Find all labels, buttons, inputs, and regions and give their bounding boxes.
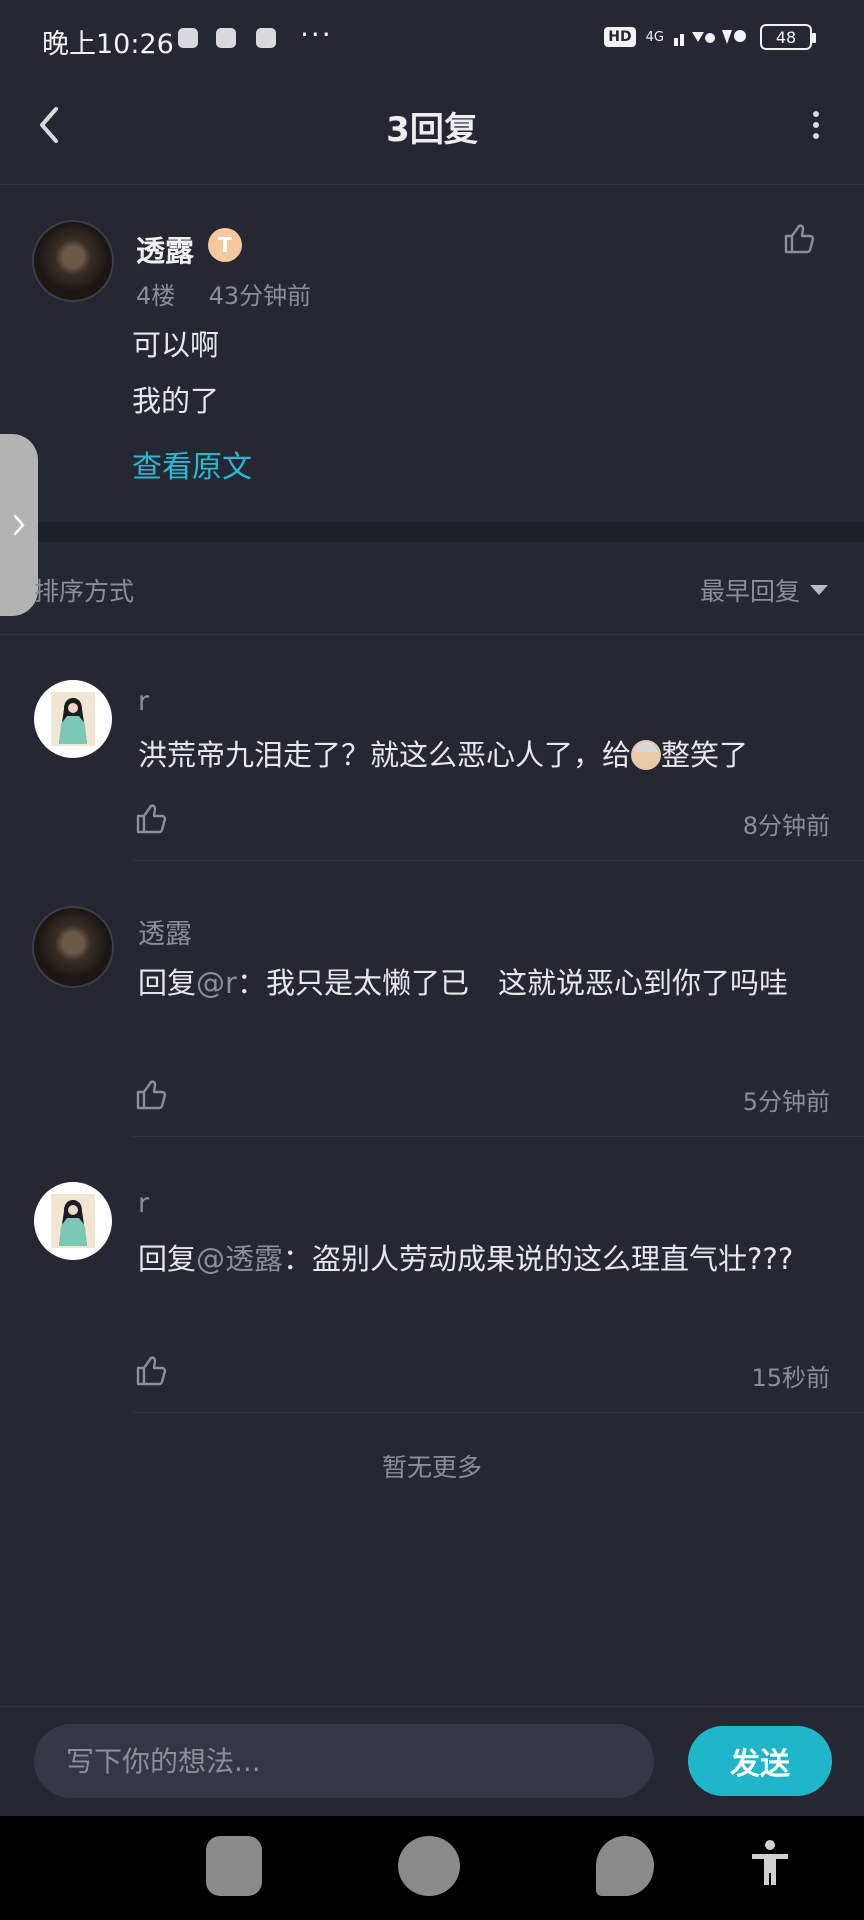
- section-separator: [0, 522, 864, 542]
- notification-icon: [216, 28, 236, 48]
- more-vertical-icon[interactable]: [804, 106, 828, 146]
- thumbs-up-icon: [136, 804, 167, 834]
- post-like-button[interactable]: [782, 222, 816, 260]
- battery-icon: 48: [760, 24, 816, 50]
- view-original-link[interactable]: 查看原文: [132, 442, 252, 486]
- post-line: 可以啊: [132, 328, 220, 362]
- menu-nav-icon[interactable]: [206, 1836, 262, 1896]
- comment-input[interactable]: [34, 1724, 654, 1798]
- side-drawer-handle[interactable]: [0, 434, 38, 616]
- reply-author[interactable]: r: [138, 686, 149, 717]
- post-author[interactable]: 透露: [136, 228, 194, 270]
- accessibility-icon[interactable]: [748, 1838, 792, 1892]
- sort-value: 最早回复: [699, 577, 800, 606]
- status-more: ···: [300, 18, 333, 51]
- thumbs-up-icon: [784, 224, 815, 254]
- sort-dropdown[interactable]: 最早回复: [700, 572, 828, 608]
- post-line: 我的了: [132, 384, 220, 418]
- reply-text: 回复@r：我只是太懒了已 这就说恶心到你了吗哇: [138, 966, 788, 1000]
- header-divider: [0, 184, 864, 185]
- post-time: 43分钟前: [208, 282, 312, 310]
- reply-author[interactable]: 透露: [138, 912, 192, 951]
- sort-label: 排序方式: [34, 577, 135, 606]
- reply-divider: [132, 860, 864, 861]
- reply-text: 回复@透露：盗别人劳动成果说的这么理直气壮???: [138, 1242, 794, 1276]
- reply-time: 5分钟前: [742, 1088, 830, 1116]
- mention-link[interactable]: @透露: [196, 1242, 283, 1276]
- reply-time: 8分钟前: [742, 812, 830, 840]
- old-man-emoji-icon: [631, 740, 662, 770]
- reply-like-button[interactable]: [134, 1354, 168, 1388]
- avatar-image: [51, 1194, 95, 1248]
- reply-divider: [132, 1136, 864, 1137]
- status-time: 晚上10:26: [42, 29, 174, 60]
- avatar[interactable]: [32, 220, 114, 302]
- back-nav-icon[interactable]: [596, 1836, 654, 1896]
- reply-time: 15秒前: [751, 1364, 830, 1392]
- avatar-image: [51, 692, 95, 746]
- reply-like-button[interactable]: [134, 1078, 168, 1112]
- chevron-right-icon: [13, 514, 25, 536]
- page-title: 3回复: [386, 110, 478, 150]
- notification-icon: [256, 28, 276, 48]
- thumbs-up-icon: [136, 1356, 167, 1386]
- reply-like-button[interactable]: [134, 802, 168, 836]
- network-label: 4G: [645, 29, 664, 45]
- post-floor: 4楼: [136, 282, 176, 310]
- avatar[interactable]: [34, 680, 112, 758]
- reply-divider: [132, 1412, 864, 1413]
- home-nav-icon[interactable]: [398, 1836, 460, 1896]
- reply-text: 洪荒帝九泪走了？就这么恶心人了，给 整笑了: [138, 738, 749, 772]
- notification-icon: [178, 28, 198, 48]
- avatar[interactable]: [34, 1182, 112, 1260]
- no-more-text: 暂无更多: [381, 1453, 482, 1482]
- sort-divider: [0, 634, 864, 635]
- signal-icon: [674, 30, 746, 46]
- mention-link[interactable]: @r: [196, 966, 237, 1000]
- post-meta: 4楼 43分钟前: [136, 276, 311, 311]
- caret-down-icon: [810, 585, 828, 595]
- hd-icon: HD: [604, 27, 636, 47]
- level-badge: T: [208, 228, 242, 262]
- send-button[interactable]: 发送: [688, 1726, 832, 1796]
- reply-author[interactable]: r: [138, 1188, 149, 1219]
- thumbs-up-icon: [136, 1080, 167, 1110]
- status-indicators: HD 4G 48: [604, 24, 816, 50]
- avatar[interactable]: [32, 906, 114, 988]
